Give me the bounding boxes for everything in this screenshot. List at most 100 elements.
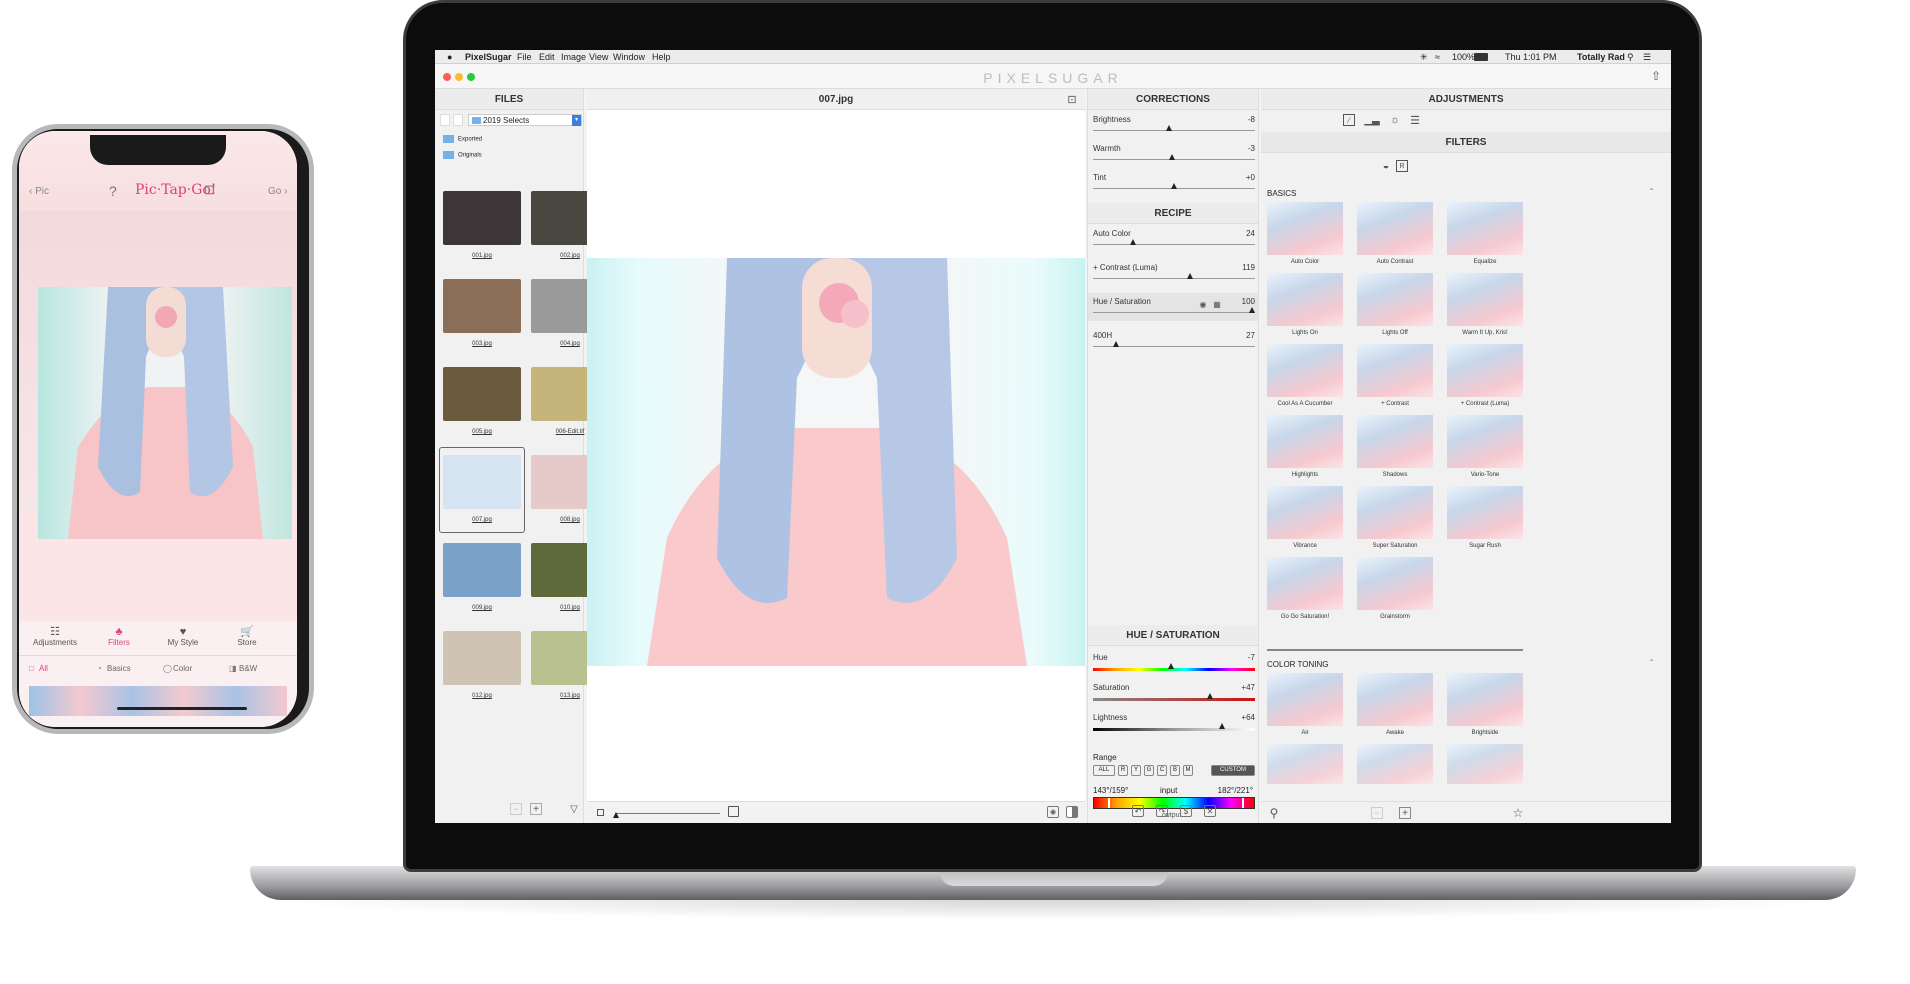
correction-slider[interactable]: Tint +0	[1093, 173, 1255, 195]
basics-filter-thumbnail[interactable]	[1357, 415, 1433, 468]
star-icon[interactable]: ☆	[1511, 806, 1525, 820]
spotlight-icon[interactable]: ⚲	[1627, 50, 1634, 64]
sliders-icon[interactable]: ☰	[1409, 114, 1421, 127]
recipe-item[interactable]: Hue / Saturation 100	[1093, 297, 1255, 319]
correction-slider[interactable]: Warmth -3	[1093, 144, 1255, 166]
bluetooth-icon[interactable]: ✳	[1420, 50, 1428, 64]
range-button[interactable]: M	[1183, 765, 1193, 776]
basics-filter-thumbnail[interactable]	[1447, 344, 1523, 397]
toning-filter-thumbnail[interactable]	[1267, 744, 1343, 784]
back-button[interactable]	[440, 114, 450, 126]
zoom-in-icon[interactable]	[728, 806, 739, 817]
recipe-item-track[interactable]	[1093, 244, 1255, 245]
hue-saturation-slider-knob[interactable]	[1206, 693, 1213, 699]
range-button[interactable]: CUSTOM	[1211, 765, 1255, 776]
zoom-out-icon[interactable]	[597, 809, 604, 816]
notification-center-icon[interactable]: ☰	[1643, 50, 1651, 64]
range-button[interactable]: Y	[1131, 765, 1141, 776]
menu-help[interactable]: Help	[652, 50, 671, 64]
basics-filter-thumbnail[interactable]	[1267, 344, 1343, 397]
before-after-icon[interactable]: ◉	[1047, 806, 1059, 818]
remove-file-button[interactable]: −	[510, 803, 522, 815]
zoom-slider-track[interactable]	[615, 813, 720, 814]
file-thumbnail[interactable]	[443, 191, 521, 245]
recipe-item-knob[interactable]	[1130, 239, 1137, 245]
phone-tab-my-style[interactable]: ♥ My Style	[153, 626, 213, 647]
basics-filter-thumbnail[interactable]	[1267, 273, 1343, 326]
menu-file[interactable]: File	[517, 50, 532, 64]
clear-recipe-icon[interactable]: ✕	[1204, 805, 1216, 817]
recipe-item-track[interactable]	[1093, 278, 1255, 279]
hue-saturation-slider[interactable]: Hue -7	[1093, 653, 1255, 675]
hue-saturation-slider-track[interactable]	[1093, 698, 1255, 701]
chevron-up-icon[interactable]: ⌃	[1648, 187, 1655, 196]
phone-back-button[interactable]: ‹ Pic	[29, 186, 49, 197]
hue-range-bar[interactable]	[1093, 797, 1255, 809]
main-photo[interactable]	[587, 258, 1085, 666]
add-filter-button[interactable]: +	[1399, 807, 1411, 819]
basics-filter-thumbnail[interactable]	[1447, 202, 1523, 255]
basics-filter-thumbnail[interactable]	[1267, 202, 1343, 255]
file-thumbnail[interactable]	[443, 631, 521, 685]
redo-icon[interactable]: ↷	[1156, 805, 1168, 817]
toning-filter-thumbnail[interactable]	[1357, 744, 1433, 784]
phone-help-button[interactable]: ?	[109, 183, 117, 199]
range-button[interactable]: G	[1144, 765, 1154, 776]
basics-filter-thumbnail[interactable]	[1357, 557, 1433, 610]
basics-filter-thumbnail[interactable]	[1447, 415, 1523, 468]
phone-tab-filters[interactable]: ♣ Filters	[89, 626, 149, 647]
chevron-down-icon[interactable]: ▾	[572, 115, 581, 126]
basics-filter-thumbnail[interactable]	[1357, 273, 1433, 326]
recipe-item[interactable]: Auto Color 24	[1093, 229, 1255, 251]
subfolder-exported[interactable]: Exported	[443, 135, 482, 145]
range-button[interactable]: ALL	[1093, 765, 1115, 776]
phone-forward-button[interactable]: Go ›	[268, 186, 287, 197]
correction-slider-knob[interactable]	[1171, 183, 1177, 189]
folder-select[interactable]: 2019 Selects ▾	[468, 114, 582, 126]
save-recipe-icon[interactable]: $	[1180, 805, 1192, 817]
battery-icon[interactable]	[1474, 53, 1488, 61]
menu-edit[interactable]: Edit	[539, 50, 555, 64]
filter-files-icon[interactable]: ▽	[568, 803, 580, 815]
menu-user[interactable]: Totally Rad	[1577, 50, 1625, 64]
hue-saturation-slider[interactable]: Saturation +47	[1093, 683, 1255, 705]
menu-image[interactable]: Image	[561, 50, 586, 64]
curves-icon[interactable]: ∕	[1343, 114, 1355, 126]
phone-photo[interactable]	[38, 287, 292, 539]
phone-filter-chip[interactable]: B&W	[239, 664, 257, 673]
recipe-badge-icon[interactable]: R	[1396, 160, 1408, 172]
forward-button[interactable]	[453, 114, 463, 126]
range-start-handle[interactable]	[1108, 798, 1110, 808]
hue-saturation-slider-track[interactable]	[1093, 668, 1255, 671]
crop-icon[interactable]: ⊡	[1065, 92, 1079, 106]
basics-filter-thumbnail[interactable]	[1267, 557, 1343, 610]
basics-filter-thumbnail[interactable]	[1267, 486, 1343, 539]
drop-icon[interactable]: ◒	[1380, 160, 1392, 172]
toning-filter-thumbnail[interactable]	[1447, 744, 1523, 784]
recipe-item-track[interactable]	[1093, 312, 1255, 313]
phone-tab-store[interactable]: 🛒 Store	[217, 626, 277, 647]
file-thumbnail[interactable]	[443, 543, 521, 597]
phone-filter-chip[interactable]: Basics	[107, 664, 131, 673]
wifi-icon[interactable]: ≈	[1435, 50, 1440, 64]
correction-slider-track[interactable]	[1093, 130, 1255, 131]
menu-clock[interactable]: Thu 1:01 PM	[1505, 50, 1557, 64]
menu-app-name[interactable]: PixelSugar	[465, 50, 512, 64]
remove-filter-button[interactable]: −	[1371, 807, 1383, 819]
file-thumbnail[interactable]	[443, 279, 521, 333]
correction-slider[interactable]: Brightness -8	[1093, 115, 1255, 137]
apple-icon[interactable]: ●	[447, 50, 452, 64]
search-icon[interactable]: ⚲	[1267, 806, 1281, 820]
basics-filter-thumbnail[interactable]	[1357, 202, 1433, 255]
phone-filter-chip[interactable]: All	[39, 664, 48, 673]
menu-window[interactable]: Window	[613, 50, 645, 64]
basics-filter-thumbnail[interactable]	[1357, 486, 1433, 539]
hue-saturation-slider-track[interactable]	[1093, 728, 1255, 731]
hue-saturation-slider-knob[interactable]	[1219, 723, 1226, 729]
hue-saturation-slider-knob[interactable]	[1167, 663, 1174, 669]
zoom-slider-knob[interactable]	[613, 812, 619, 818]
correction-slider-knob[interactable]	[1169, 154, 1176, 160]
range-button[interactable]: C	[1157, 765, 1167, 776]
recipe-item-knob[interactable]	[1113, 341, 1120, 347]
phone-filter-chip[interactable]: Color	[173, 664, 192, 673]
